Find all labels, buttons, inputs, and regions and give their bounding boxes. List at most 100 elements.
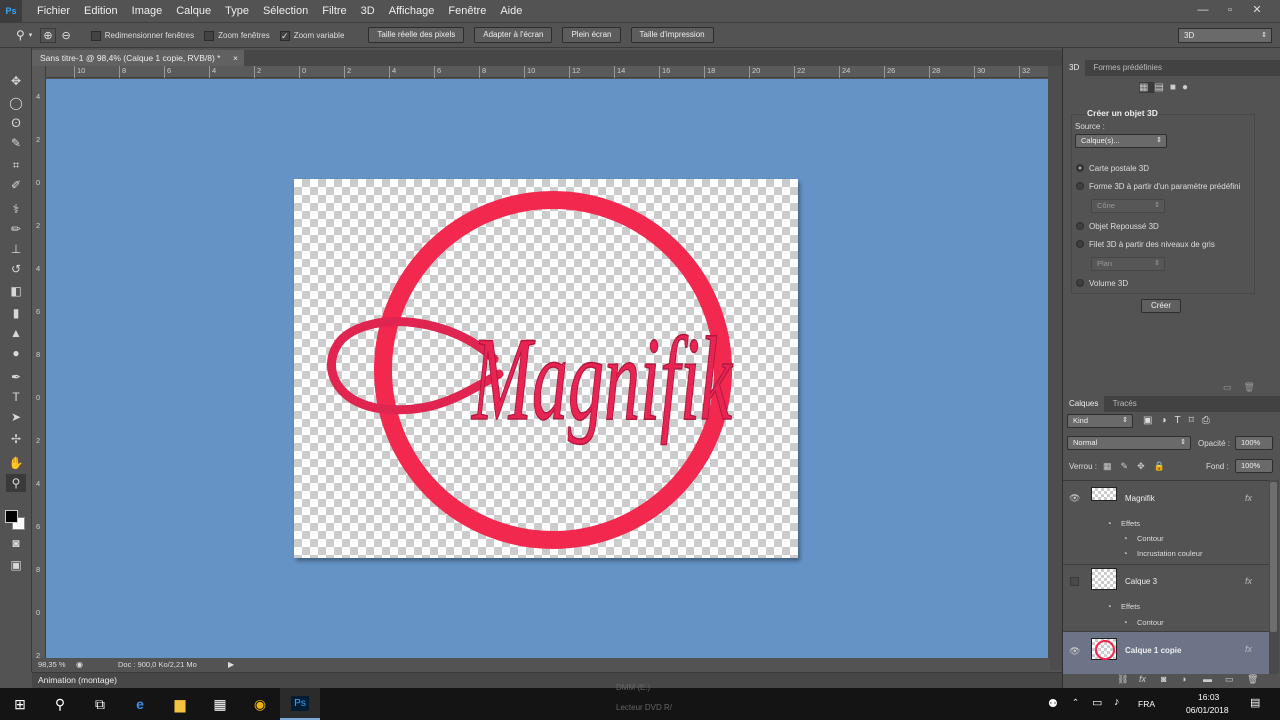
zoom-level[interactable]: 98,35 %: [38, 658, 66, 672]
store-icon[interactable]: ▦: [200, 688, 240, 720]
stamp-tool-icon[interactable]: ⊥: [6, 240, 26, 258]
task-view-icon[interactable]: ⧉: [80, 688, 120, 720]
document-tab[interactable]: Sans titre-1 @ 98,4% (Calque 1 copie, RV…: [32, 50, 244, 66]
shape-filter-icon[interactable]: ⌑: [1189, 415, 1202, 426]
volume-icon[interactable]: ♪: [1114, 696, 1120, 708]
language-indicator[interactable]: FRA: [1138, 699, 1155, 709]
adjustment-filter-icon[interactable]: ◑: [1160, 415, 1174, 426]
workspace-select[interactable]: 3D ⇕: [1178, 28, 1272, 43]
fill-input[interactable]: 100%: [1235, 459, 1273, 473]
close-tab-icon[interactable]: ×: [233, 50, 238, 66]
create-button[interactable]: Créer: [1141, 299, 1181, 313]
effect-row[interactable]: ◔ Contour: [1063, 533, 1269, 548]
marquee-tool-icon[interactable]: ◯: [6, 94, 26, 112]
file-explorer-icon[interactable]: ▆: [160, 688, 200, 720]
healing-brush-icon[interactable]: ⚕: [6, 200, 26, 218]
adjustment-icon[interactable]: ◑: [1181, 674, 1186, 684]
new-layer-icon[interactable]: ▭: [1225, 674, 1234, 685]
zoom-out-icon[interactable]: ⊖: [62, 29, 71, 42]
move-tool-icon[interactable]: ✥: [6, 72, 26, 90]
scroll-thumb[interactable]: [1270, 482, 1277, 632]
notifications-icon[interactable]: ▤: [1250, 696, 1260, 709]
full-screen-button[interactable]: Plein écran: [562, 27, 621, 43]
menu-fichier[interactable]: Fichier: [30, 0, 77, 22]
print-size-button[interactable]: Taille d'impression: [630, 27, 714, 43]
light-filter-icon[interactable]: ●: [1182, 82, 1194, 93]
clock-time[interactable]: 16:03: [1198, 692, 1219, 702]
fx-icon[interactable]: fx: [1245, 644, 1252, 654]
effects-eye-icon[interactable]: ◔: [1107, 602, 1112, 611]
photoshop-taskbar-icon[interactable]: Ps: [280, 688, 320, 720]
shape-select[interactable]: Cône ⇕: [1091, 199, 1165, 213]
document-canvas[interactable]: Magnifik: [294, 179, 798, 558]
visibility-eye-icon[interactable]: 👁: [1069, 646, 1080, 657]
layers-scrollbar[interactable]: [1269, 480, 1279, 674]
clock-date[interactable]: 06/01/2018: [1186, 705, 1229, 715]
scrubby-zoom-checkbox[interactable]: ✓: [279, 31, 290, 41]
pixel-filter-icon[interactable]: ▣: [1143, 415, 1160, 426]
blur-tool-icon[interactable]: ▲: [6, 324, 26, 342]
menu-selection[interactable]: Sélection: [256, 0, 315, 22]
menu-3d[interactable]: 3D: [354, 0, 382, 22]
pen-tool-icon[interactable]: ✒: [6, 368, 26, 386]
lock-all-icon[interactable]: 🔒: [1154, 461, 1174, 471]
resize-windows-checkbox[interactable]: [90, 31, 101, 41]
effect-row[interactable]: ◔ Contour: [1063, 616, 1269, 631]
windows-start-icon[interactable]: ⊞: [0, 688, 40, 720]
fx-icon[interactable]: fx: [1245, 576, 1252, 586]
zoom-all-checkbox[interactable]: [204, 31, 215, 41]
status-menu-arrow-icon[interactable]: ▶: [228, 658, 234, 672]
menu-aide[interactable]: Aide: [493, 0, 529, 22]
radio-depth-map[interactable]: [1076, 240, 1084, 248]
layer-row[interactable]: 👁 Magnifik fx ◔ Effets: [1063, 481, 1269, 533]
quick-select-icon[interactable]: ✎: [6, 134, 26, 152]
chrome-icon[interactable]: ◉: [240, 688, 280, 720]
zoom-tool-icon[interactable]: ⚲: [6, 474, 26, 492]
layer-row-selected[interactable]: 👁 Calque 1 copie fx: [1063, 631, 1269, 674]
radio-extrusion[interactable]: [1076, 222, 1084, 230]
effect-row[interactable]: ◔ Incrustation couleur: [1063, 548, 1269, 563]
visibility-eye-icon[interactable]: 👁: [1069, 493, 1080, 504]
people-icon[interactable]: ⚉: [1048, 697, 1058, 710]
menu-image[interactable]: Image: [125, 0, 170, 22]
menu-filtre[interactable]: Filtre: [315, 0, 353, 22]
tray-chevron-icon[interactable]: ⌃: [1072, 697, 1079, 708]
close-button[interactable]: ✕: [1244, 0, 1270, 20]
radio-preset-shape[interactable]: [1076, 182, 1084, 190]
fx-icon[interactable]: fx: [1245, 493, 1252, 503]
trash-icon[interactable]: 🗑: [1244, 382, 1267, 392]
smart-object-filter-icon[interactable]: ⎙: [1202, 415, 1218, 426]
foreground-color-swatch[interactable]: [5, 510, 18, 523]
search-icon[interactable]: ⚲: [40, 688, 80, 720]
layer-row[interactable]: Calque 3 fx ◔ Effets: [1063, 564, 1269, 616]
mask-icon[interactable]: ◙: [1161, 674, 1166, 684]
menu-affichage[interactable]: Affichage: [382, 0, 442, 22]
eraser-tool-icon[interactable]: ◧: [6, 282, 26, 300]
hand-tool-icon[interactable]: ✋: [6, 454, 26, 472]
effects-eye-icon[interactable]: ◔: [1107, 519, 1112, 528]
network-icon[interactable]: ▭: [1092, 696, 1102, 709]
tab-3d[interactable]: 3D: [1063, 60, 1086, 76]
brush-tool-icon[interactable]: ✏: [6, 220, 26, 238]
path-select-icon[interactable]: ➤: [6, 408, 26, 426]
trash-icon[interactable]: 🗑: [1247, 674, 1258, 685]
lock-transparency-icon[interactable]: ▦: [1103, 461, 1121, 471]
type-tool-icon[interactable]: T: [6, 388, 26, 406]
lasso-tool-icon[interactable]: ʘ: [6, 114, 26, 132]
tab-layers[interactable]: Calques: [1063, 396, 1105, 412]
effect-eye-icon[interactable]: ◔: [1123, 549, 1128, 558]
zoom-tool-icon[interactable]: ⚲: [16, 28, 25, 42]
timeline-panel-tab[interactable]: Animation (montage): [32, 672, 1062, 688]
radio-postcard[interactable]: [1076, 164, 1084, 172]
folder-icon[interactable]: ▬: [1203, 674, 1212, 684]
eyedropper-icon[interactable]: ✐: [6, 176, 26, 194]
fit-screen-button[interactable]: Adapter à l'écran: [474, 27, 553, 43]
opacity-input[interactable]: 100%: [1235, 436, 1273, 450]
source-select[interactable]: Calque(s)... ⇕: [1075, 134, 1167, 148]
link-icon[interactable]: ⛓: [1117, 674, 1128, 685]
visibility-empty-box[interactable]: [1070, 577, 1079, 586]
history-brush-icon[interactable]: ↺: [6, 260, 26, 278]
actual-pixels-button[interactable]: Taille réelle des pixels: [368, 27, 465, 43]
minimize-button[interactable]: —: [1190, 0, 1216, 20]
quick-mask-icon[interactable]: ◙: [6, 534, 26, 552]
